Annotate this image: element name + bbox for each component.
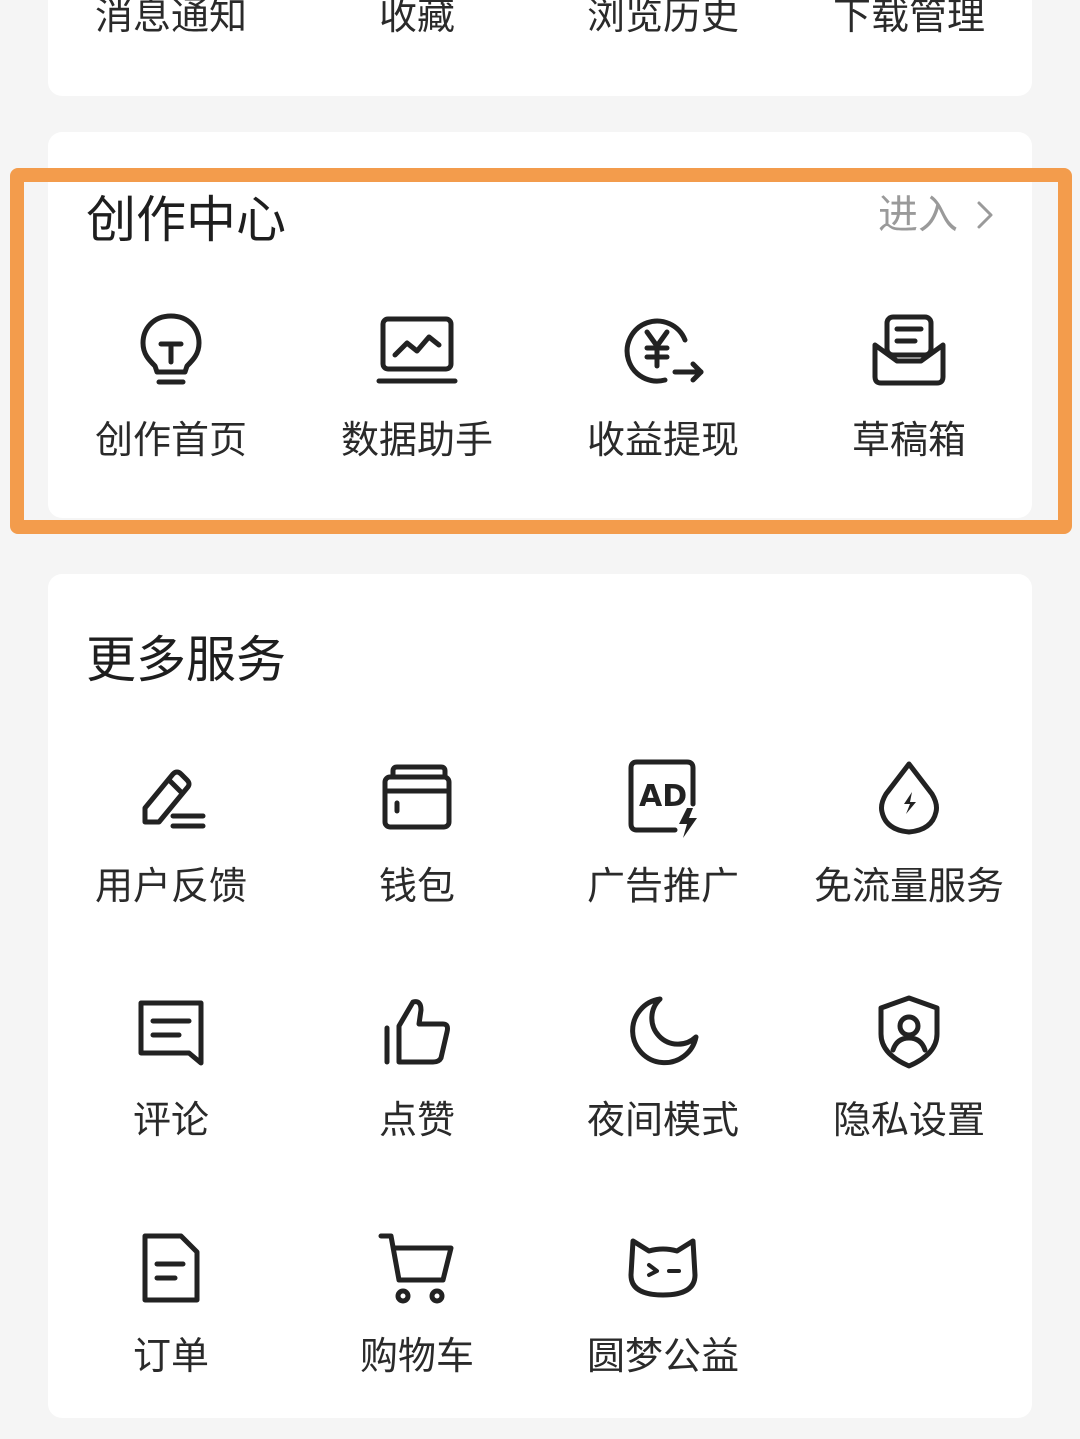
create-center-enter-link[interactable]: 进入 bbox=[878, 190, 994, 240]
create-center-row: 创作首页 数据助手 收益提现 草稿箱 bbox=[48, 310, 1032, 462]
shopping-cart-label: 购物车 bbox=[359, 1334, 474, 1378]
privacy-settings-label: 隐私设置 bbox=[832, 1098, 985, 1142]
create-center-card: 创作中心 进入 创作首页 数据助手 收益提现 草稿箱 bbox=[48, 132, 1032, 518]
earnings-withdraw-label: 收益提现 bbox=[586, 418, 739, 462]
quick-actions-card: 消息通知 收藏 浏览历史 下载管理 bbox=[48, 0, 1032, 96]
night-mode-label: 夜间模式 bbox=[586, 1098, 739, 1142]
likes-label: 点赞 bbox=[378, 1098, 455, 1142]
cart-icon bbox=[377, 1228, 457, 1308]
quick-action-label: 浏览历史 bbox=[586, 0, 739, 38]
droplet-icon bbox=[869, 758, 949, 838]
ad-promotion-label: 广告推广 bbox=[586, 864, 739, 908]
shield-user-icon bbox=[869, 992, 949, 1072]
free-data-service-label: 免流量服务 bbox=[813, 864, 1004, 908]
orders-label: 订单 bbox=[132, 1334, 209, 1378]
quick-action-label: 消息通知 bbox=[94, 0, 247, 38]
create-home-label: 创作首页 bbox=[94, 418, 247, 462]
more-services-title: 更多服务 bbox=[86, 631, 286, 689]
charity-label: 圆梦公益 bbox=[586, 1334, 739, 1378]
comments-label: 评论 bbox=[132, 1098, 209, 1142]
chart-monitor-icon bbox=[376, 310, 458, 390]
lightbulb-icon bbox=[131, 310, 211, 390]
thumbs-up-icon bbox=[377, 992, 457, 1072]
create-center-title: 创作中心 bbox=[86, 191, 286, 249]
more-services-card: 更多服务 用户反馈 钱包 AD 广告推广 免流量服务 评论 点赞 夜间模式 隐私… bbox=[48, 574, 1032, 1418]
data-assistant-label: 数据助手 bbox=[340, 418, 493, 462]
yuan-withdraw-icon bbox=[623, 310, 704, 390]
ad-icon: AD bbox=[623, 758, 703, 838]
services-row-1: 用户反馈 钱包 AD 广告推广 免流量服务 bbox=[48, 758, 1032, 908]
cat-face-icon bbox=[623, 1228, 703, 1308]
svg-text:AD: AD bbox=[639, 779, 687, 814]
quick-action-label: 收藏 bbox=[378, 0, 455, 38]
feedback-label: 用户反馈 bbox=[94, 864, 247, 908]
pencil-icon bbox=[131, 758, 211, 838]
services-row-2: 评论 点赞 夜间模式 隐私设置 bbox=[48, 992, 1032, 1142]
chevron-right-icon bbox=[976, 200, 994, 230]
document-icon bbox=[131, 1228, 211, 1308]
draft-box-icon bbox=[869, 310, 949, 390]
services-row-3: 订单 购物车 圆梦公益 bbox=[48, 1228, 1032, 1378]
moon-icon bbox=[623, 992, 703, 1072]
draft-box-label: 草稿箱 bbox=[851, 418, 966, 462]
wallet-label: 钱包 bbox=[378, 864, 455, 908]
wallet-icon bbox=[377, 758, 457, 838]
comment-icon bbox=[131, 992, 211, 1072]
quick-action-label: 下载管理 bbox=[832, 0, 985, 38]
enter-label: 进入 bbox=[878, 192, 958, 238]
